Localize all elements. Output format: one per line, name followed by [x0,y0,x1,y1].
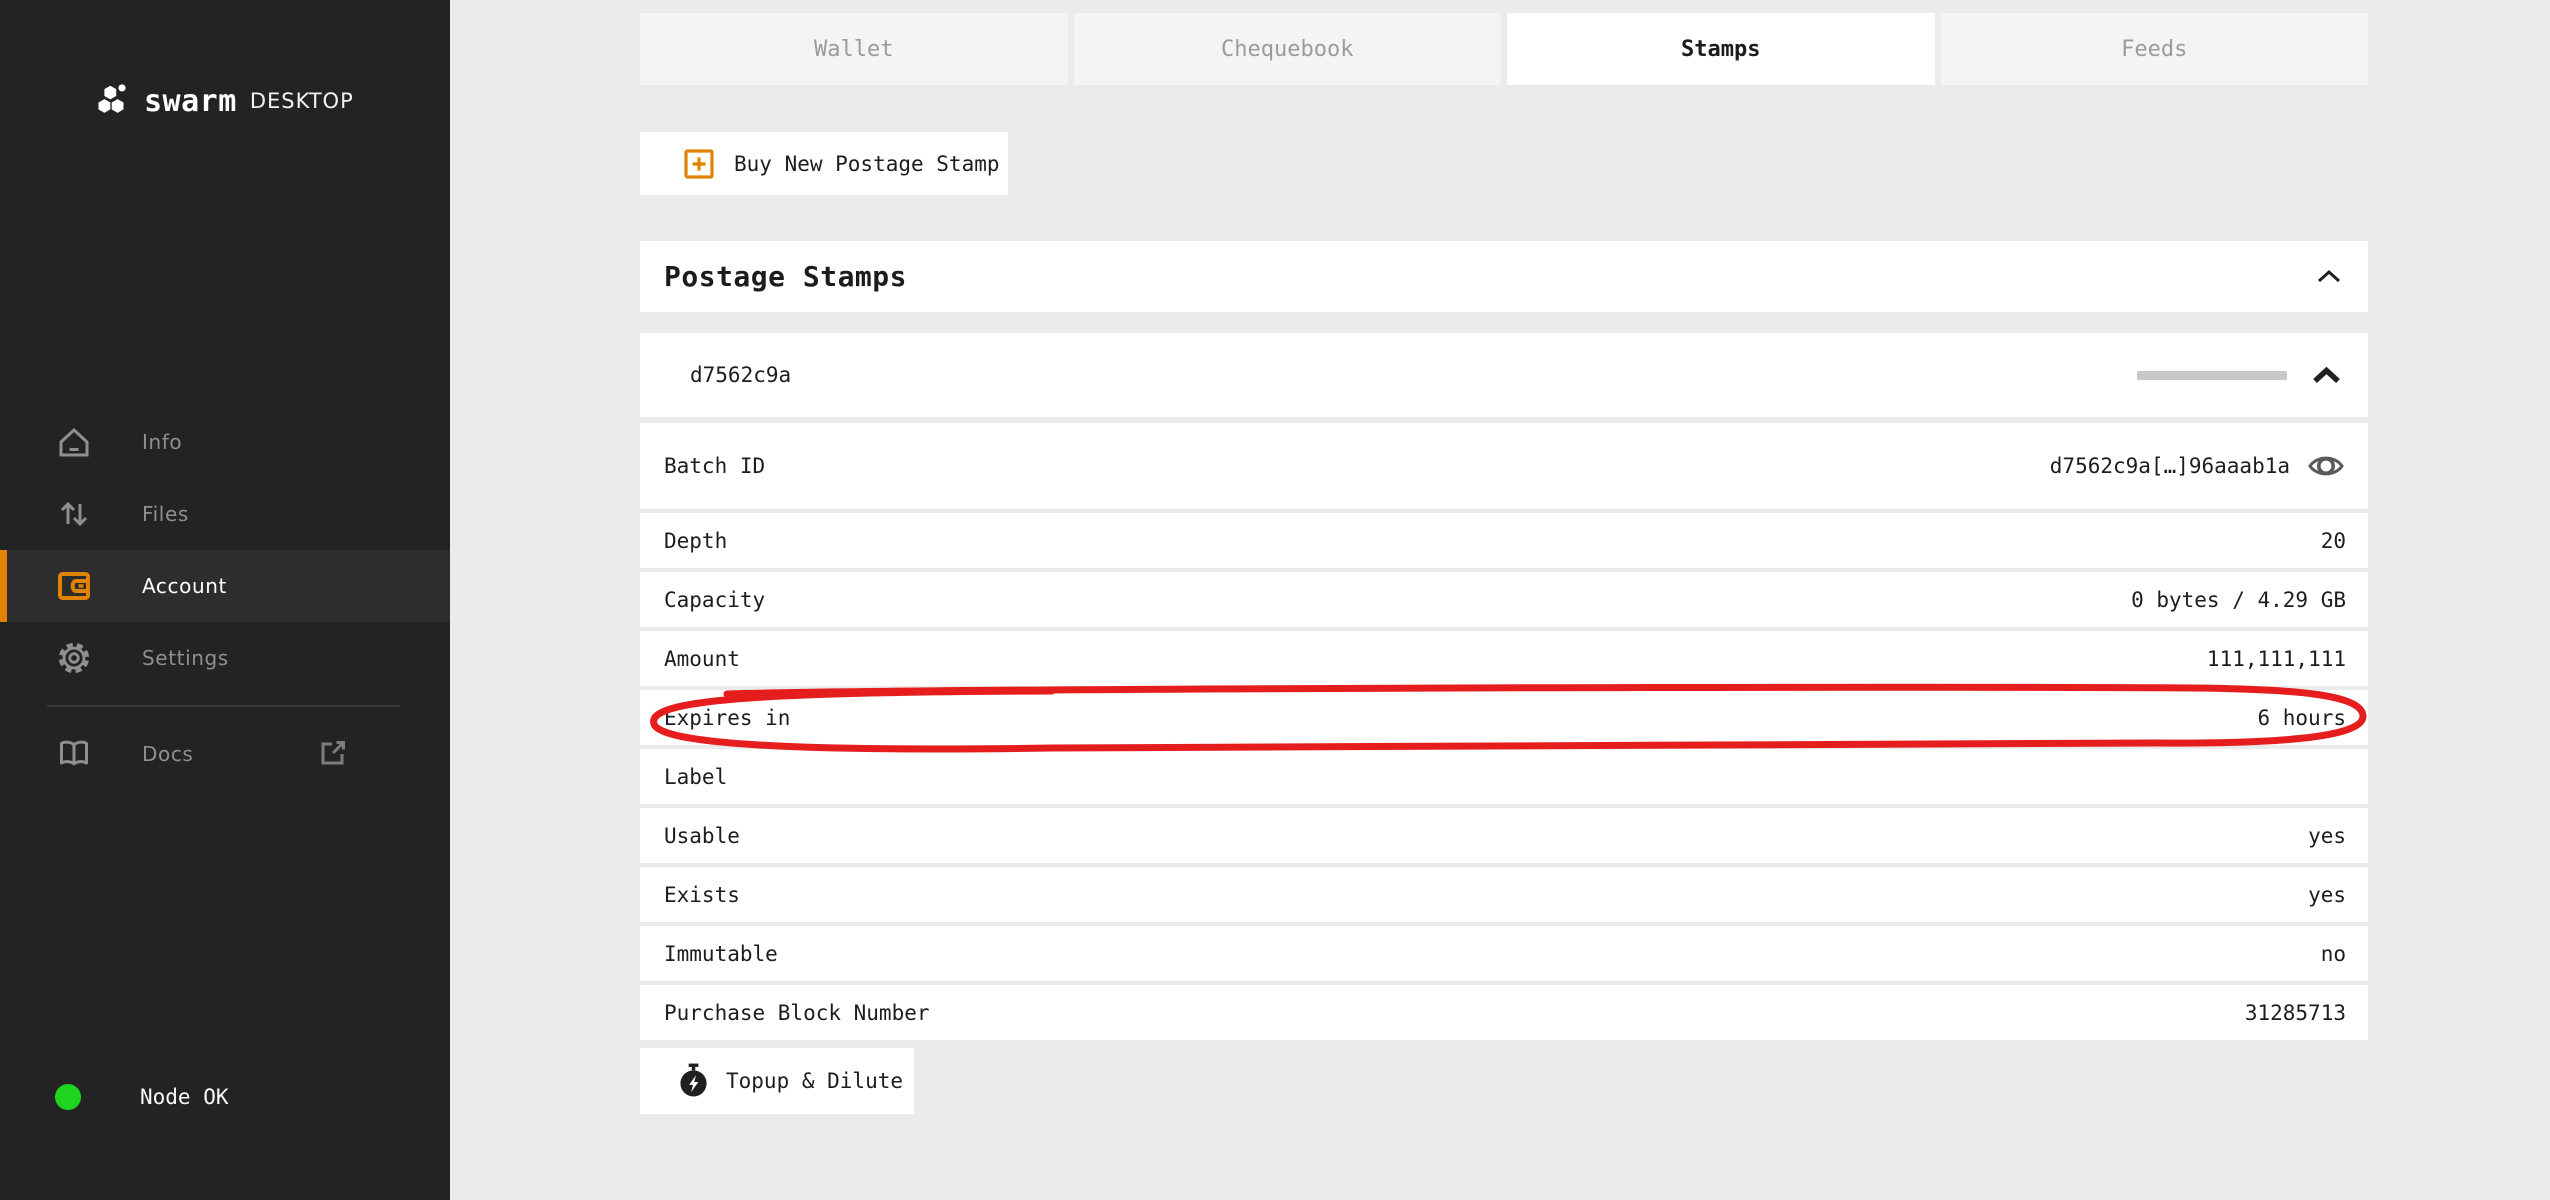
sidebar-item-settings[interactable]: Settings [0,622,450,694]
sidebar-item-label: Info [142,430,182,454]
row-value: no [2321,942,2346,966]
sidebar-item-label: Docs [142,742,193,766]
row-value: 31285713 [2245,1001,2346,1025]
row-label: Amount [664,647,740,671]
stamp-detail-row: Amount 111,111,111 [640,631,2368,686]
main-content: Wallet Chequebook Stamps Feeds Buy New P… [640,0,2368,1114]
stamp-detail-row: Immutable no [640,926,2368,981]
sidebar-item-docs[interactable]: Docs [0,718,450,790]
buy-new-postage-stamp-button[interactable]: Buy New Postage Stamp [640,132,1008,195]
buy-button-label: Buy New Postage Stamp [734,152,1000,176]
sidebar-divider [47,705,400,707]
wallet-icon [55,567,93,605]
tab-wallet[interactable]: Wallet [640,13,1068,85]
stamp-usage-progress-bar [2137,371,2287,380]
chevron-up-icon[interactable] [2316,269,2342,284]
sidebar: swarm DESKTOP Info [0,0,450,1200]
row-label: Expires in [664,706,790,730]
topup-button-label: Topup & Dilute [726,1069,903,1093]
row-value: yes [2308,883,2346,907]
swarm-logo-icon [95,82,133,120]
row-value: 20 [2321,529,2346,553]
row-label: Batch ID [664,454,765,478]
transfer-arrows-icon [55,495,93,533]
stamp-detail-row: Usable yes [640,808,2368,863]
external-link-icon [316,735,350,773]
sidebar-item-info[interactable]: Info [0,406,450,478]
plus-square-icon [682,147,716,181]
row-value: 0 bytes / 4.29 GB [2131,588,2346,612]
stamp-detail-row: Capacity 0 bytes / 4.29 GB [640,572,2368,627]
stamp-detail-row: Batch ID d7562c9a[…]96aaab1a [640,423,2368,509]
row-label: Usable [664,824,740,848]
stamp-detail-row: Purchase Block Number 31285713 [640,985,2368,1040]
stamp-accordion-header[interactable]: d7562c9a [640,333,2368,417]
chevron-up-icon[interactable] [2311,366,2342,384]
logo-suffix: DESKTOP [250,89,354,113]
stamp-detail-row-expires: Expires in 6 hours [640,690,2368,745]
section-title: Postage Stamps [664,260,907,293]
tab-bar: Wallet Chequebook Stamps Feeds [640,13,2368,85]
row-label: Purchase Block Number [664,1001,930,1025]
row-label: Capacity [664,588,765,612]
sidebar-item-files[interactable]: Files [0,478,450,550]
tab-feeds[interactable]: Feeds [1941,13,2369,85]
gear-icon [55,639,93,677]
stamp-detail-row: Depth 20 [640,513,2368,568]
sidebar-item-label: Account [142,574,227,598]
row-value: yes [2308,824,2346,848]
row-label: Exists [664,883,740,907]
swarm-logo: swarm DESKTOP [95,82,354,120]
stamp-detail-row: Exists yes [640,867,2368,922]
row-label: Immutable [664,942,778,966]
sidebar-item-account[interactable]: Account [0,550,450,622]
row-label: Label [664,765,727,789]
book-icon [55,735,93,773]
sidebar-item-label: Files [142,502,189,526]
highlight-annotation [632,676,2376,758]
eye-icon[interactable] [2306,446,2346,486]
logo-name: swarm [144,84,237,119]
row-value: 6 hours [2257,706,2346,730]
app-window: swarm DESKTOP Info [0,0,2550,1200]
stamp-name: d7562c9a [690,363,791,387]
node-status: Node OK [55,1084,229,1110]
sidebar-item-label: Settings [142,646,229,670]
row-value: 111,111,111 [2207,647,2346,671]
row-value: d7562c9a[…]96aaab1a [2050,454,2290,478]
node-status-label: Node OK [140,1085,229,1109]
node-status-dot [55,1084,81,1110]
tab-chequebook[interactable]: Chequebook [1074,13,1502,85]
tab-stamps[interactable]: Stamps [1507,13,1935,85]
stopwatch-icon [678,1063,709,1099]
topup-dilute-button[interactable]: Topup & Dilute [640,1048,914,1114]
row-label: Depth [664,529,727,553]
sidebar-nav: Info Files [0,406,450,790]
postage-stamps-section-header[interactable]: Postage Stamps [640,241,2368,312]
home-icon [55,423,93,461]
stamp-detail-row: Label [640,749,2368,804]
